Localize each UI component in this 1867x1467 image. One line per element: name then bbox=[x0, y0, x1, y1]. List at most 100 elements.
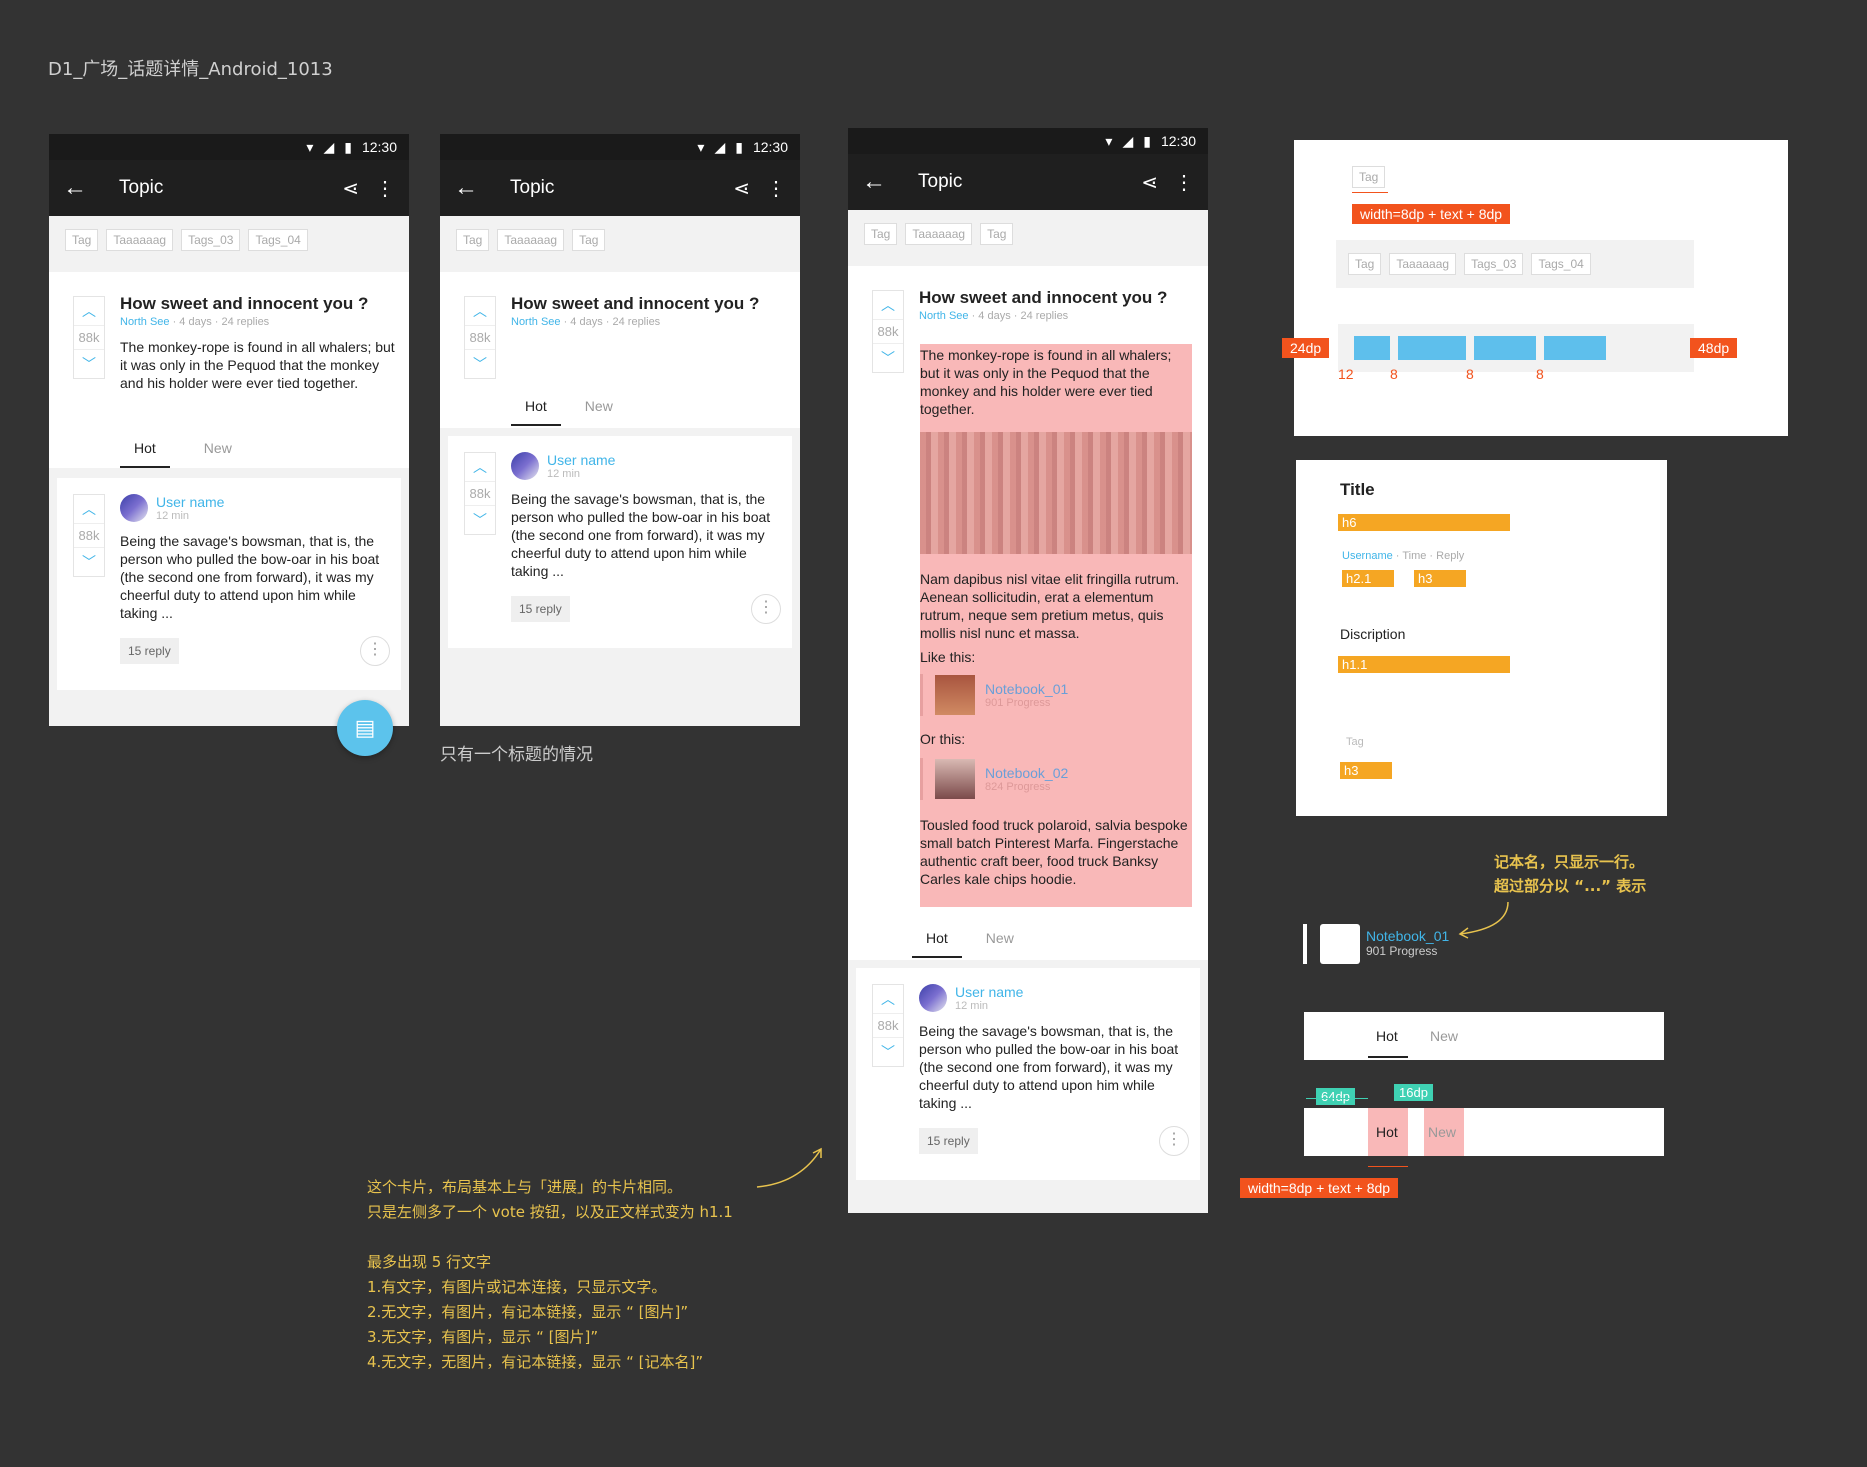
phone-screen-3: ▾ ◢ ▮ 12:30 ← Topic ⋖ ⋮ Tag Taaaaaag Tag… bbox=[848, 128, 1208, 1213]
reply-username[interactable]: User name bbox=[955, 984, 1023, 1000]
downvote-icon[interactable]: ﹀ bbox=[82, 350, 96, 378]
spec-h6: h6 bbox=[1338, 514, 1510, 531]
comment-fab[interactable]: ▤ bbox=[337, 700, 393, 756]
overflow-menu-icon[interactable]: ⋮ bbox=[766, 176, 786, 201]
downvote-icon[interactable]: ﹀ bbox=[881, 344, 895, 372]
more-icon[interactable]: ⋮ bbox=[751, 594, 781, 624]
phone-screen-2: ▾ ◢ ▮ 12:30 ← Topic ⋖ ⋮ Tag Taaaaaag Tag… bbox=[440, 134, 800, 726]
avatar[interactable] bbox=[511, 452, 539, 480]
notebook-progress: 824 Progress bbox=[985, 781, 1051, 793]
spec-tag-label: Tag bbox=[1346, 736, 1364, 748]
tag-chip: Tags_03 bbox=[1464, 253, 1524, 275]
tag-chip[interactable]: Tag bbox=[572, 229, 606, 251]
content-paragraph-3: Tousled food truck polaroid, salvia besp… bbox=[920, 817, 1188, 887]
topic-body: The monkey-rope is found in all whalers;… bbox=[920, 347, 1172, 417]
spec-dim-16: 16dp bbox=[1394, 1084, 1433, 1101]
status-time: 12:30 bbox=[752, 139, 788, 155]
downvote-icon[interactable]: ﹀ bbox=[82, 548, 96, 576]
upvote-icon[interactable]: ︿ bbox=[473, 453, 487, 481]
like-this-label: Like this: bbox=[920, 649, 976, 665]
avatar[interactable] bbox=[120, 494, 148, 522]
share-icon[interactable]: ⋖ bbox=[1141, 170, 1158, 195]
vote-count: 88k bbox=[873, 1013, 903, 1038]
tab-new[interactable]: New bbox=[972, 920, 1028, 958]
spec-tab-underline bbox=[1368, 1056, 1408, 1058]
tag-chip[interactable]: Tag bbox=[980, 223, 1014, 245]
overflow-menu-icon[interactable]: ⋮ bbox=[1174, 170, 1194, 195]
tag-chip[interactable]: Tag bbox=[864, 223, 898, 245]
tab-bar: Hot New bbox=[120, 430, 246, 468]
wifi-icon: ▾ bbox=[1105, 132, 1113, 149]
back-arrow-icon[interactable]: ← bbox=[63, 174, 119, 202]
spec-gap: 8 bbox=[1536, 366, 1544, 382]
spec-description: Discription bbox=[1340, 626, 1406, 642]
more-icon[interactable]: ⋮ bbox=[1159, 1126, 1189, 1156]
upvote-icon[interactable]: ︿ bbox=[82, 297, 96, 325]
tag-chip[interactable]: Taaaaaag bbox=[497, 229, 565, 251]
share-icon[interactable]: ⋖ bbox=[733, 176, 750, 201]
spec-dim-64: 64dp bbox=[1316, 1088, 1355, 1105]
tag-chip[interactable]: Taaaaaag bbox=[106, 229, 174, 251]
upvote-icon[interactable]: ︿ bbox=[881, 291, 895, 319]
spec-time-reply: · Time · Reply bbox=[1392, 550, 1465, 562]
tag-chip: Tags_04 bbox=[1531, 253, 1591, 275]
tab-new[interactable]: New bbox=[190, 430, 246, 468]
status-bar: ▾ ◢ ▮ 12:30 bbox=[848, 128, 1208, 154]
upvote-icon[interactable]: ︿ bbox=[881, 985, 895, 1013]
downvote-icon[interactable]: ﹀ bbox=[473, 506, 487, 534]
note-line: 最多出现 5 行文字 bbox=[367, 1253, 492, 1271]
appbar-title: Topic bbox=[119, 177, 164, 198]
reply-username[interactable]: User name bbox=[156, 494, 224, 510]
upvote-icon[interactable]: ︿ bbox=[473, 297, 487, 325]
topic-author[interactable]: North See bbox=[120, 316, 170, 328]
topic-meta: · 4 days · 24 replies bbox=[169, 316, 270, 328]
reply-count-button[interactable]: 15 reply bbox=[120, 638, 179, 664]
upvote-icon[interactable]: ︿ bbox=[82, 495, 96, 523]
tag-chip[interactable]: Tag bbox=[456, 229, 490, 251]
more-icon[interactable]: ⋮ bbox=[360, 636, 390, 666]
vote-count: 88k bbox=[873, 319, 903, 344]
notebook-link-2[interactable]: Notebook_02 824 Progress bbox=[920, 758, 1192, 800]
back-arrow-icon[interactable]: ← bbox=[862, 168, 918, 196]
note-line: 只是左侧多了一个 vote 按钮，以及正文样式变为 h1.1 bbox=[367, 1203, 733, 1221]
downvote-icon[interactable]: ﹀ bbox=[881, 1038, 895, 1066]
spec-notebook-progress: 901 Progress bbox=[1366, 944, 1438, 958]
content-paragraph-2: Nam dapibus nisl vitae elit fringilla ru… bbox=[920, 571, 1180, 641]
reply-count-button[interactable]: 15 reply bbox=[511, 596, 570, 622]
app-bar: ← Topic ⋖ ⋮ bbox=[848, 154, 1208, 210]
content-image bbox=[920, 432, 1192, 554]
annotation-notebook-note: 记本名，只显示一行。 超过部分以 “...” 表示 bbox=[1494, 850, 1694, 898]
tab-hot[interactable]: Hot bbox=[912, 920, 962, 958]
spec-panel-tags: Tag width=8dp + text + 8dp Tag Taaaaaag … bbox=[1282, 140, 1788, 436]
reply-body: Being the savage's bowsman, that is, the… bbox=[919, 1023, 1179, 1111]
reply-count-button[interactable]: 15 reply bbox=[919, 1128, 978, 1154]
tab-new[interactable]: New bbox=[571, 388, 627, 426]
spec-block bbox=[1354, 336, 1390, 360]
tab-hot[interactable]: Hot bbox=[511, 388, 561, 426]
tag-chip[interactable]: Tags_03 bbox=[181, 229, 241, 251]
topic-author[interactable]: North See bbox=[511, 316, 561, 328]
reply-username[interactable]: User name bbox=[547, 452, 615, 468]
tag-chip[interactable]: Tag bbox=[65, 229, 99, 251]
tag-chip[interactable]: Taaaaaag bbox=[905, 223, 973, 245]
signal-icon: ◢ bbox=[323, 138, 335, 155]
spec-title: Title bbox=[1340, 480, 1375, 499]
vote-control: ︿ 88k ﹀ bbox=[73, 296, 105, 379]
back-arrow-icon[interactable]: ← bbox=[454, 174, 510, 202]
vote-count: 88k bbox=[465, 325, 495, 350]
or-this-label: Or this: bbox=[920, 731, 966, 747]
notebook-link-1[interactable]: Notebook_01 901 Progress bbox=[920, 674, 1192, 716]
vote-control: ︿ 88k ﹀ bbox=[872, 984, 904, 1067]
tab-hot[interactable]: Hot bbox=[120, 430, 170, 468]
downvote-icon[interactable]: ﹀ bbox=[473, 350, 487, 378]
spec-block bbox=[1544, 336, 1606, 360]
share-icon[interactable]: ⋖ bbox=[342, 176, 359, 201]
topic-title: How sweet and innocent you ? bbox=[120, 294, 369, 313]
tag-chip[interactable]: Tags_04 bbox=[248, 229, 308, 251]
reply-time: 12 min bbox=[547, 468, 581, 480]
appbar-title: Topic bbox=[510, 177, 555, 198]
overflow-menu-icon[interactable]: ⋮ bbox=[375, 176, 395, 201]
spec-height-24: 24dp bbox=[1282, 338, 1330, 358]
avatar[interactable] bbox=[919, 984, 947, 1012]
topic-author[interactable]: North See bbox=[919, 310, 969, 322]
